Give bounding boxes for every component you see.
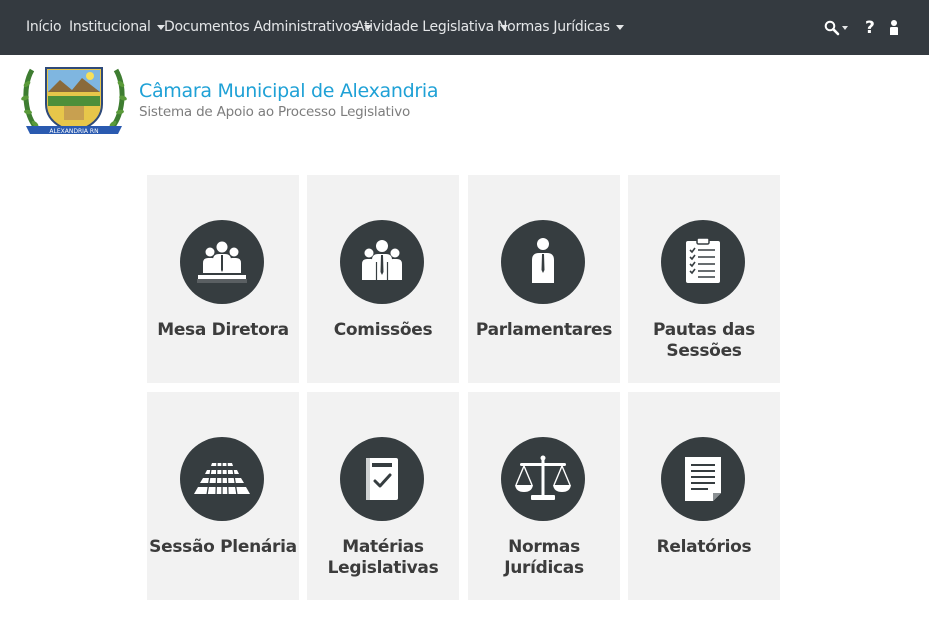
mesa-diretora-icon (197, 241, 247, 283)
tile-icon-circle (661, 220, 745, 304)
tile-icon-circle (180, 437, 264, 521)
parlamentares-icon (532, 238, 554, 283)
tile-pautas-sessoes[interactable]: Pautas das Sessões (628, 175, 780, 383)
tile-label: Mesa Diretora (157, 320, 289, 340)
top-navbar: Início Institucional Documentos Administ… (0, 0, 929, 55)
relatorios-icon (685, 457, 721, 501)
search-dropdown[interactable] (824, 16, 848, 40)
sessao-plenaria-icon (194, 461, 250, 496)
user-button[interactable] (889, 16, 899, 40)
tile-relatorios[interactable]: Relatórios (628, 392, 780, 600)
tile-icon-circle (340, 220, 424, 304)
chevron-down-icon (615, 24, 624, 30)
tile-label: Sessão Plenária (149, 537, 297, 557)
materias-icon (366, 458, 398, 500)
tile-icon-circle (661, 437, 745, 521)
tile-normas-juridicas[interactable]: Normas Jurídicas (468, 392, 620, 600)
tile-mesa-diretora[interactable]: Mesa Diretora (147, 175, 299, 383)
normas-icon (515, 455, 571, 500)
nav-inicio-label: Início (26, 19, 62, 35)
tile-label: Normas Jurídicas (504, 537, 584, 578)
help-icon: ? (865, 18, 875, 38)
tile-label: Comissões (333, 320, 433, 340)
chevron-down-icon (842, 26, 848, 30)
seal-text: ALEXANDRIA RN (49, 128, 98, 135)
tile-icon-circle (180, 220, 264, 304)
tile-parlamentares[interactable]: Parlamentares (468, 175, 620, 383)
tile-label: Matérias Legislativas (327, 537, 439, 578)
tile-label: Pautas das Sessões (653, 320, 755, 361)
municipal-coat-of-arms-logo: ALEXANDRIA RN (20, 62, 128, 140)
nav-inicio[interactable]: Início (26, 0, 62, 55)
help-button[interactable]: ? (865, 16, 875, 40)
tile-materias-legislativas[interactable]: Matérias Legislativas (307, 392, 459, 600)
user-icon (890, 20, 898, 35)
nav-documentos-label: Documentos Administrativos (164, 19, 359, 35)
tile-icon-circle (340, 437, 424, 521)
nav-documentos-dropdown[interactable]: Documentos Administrativos (164, 0, 373, 55)
nav-normas-dropdown[interactable]: Normas Jurídicas (497, 0, 624, 55)
nav-normas-label: Normas Jurídicas (497, 19, 610, 35)
pautas-icon (686, 237, 720, 283)
tile-label: Relatórios (656, 537, 752, 557)
tile-sessao-plenaria[interactable]: Sessão Plenária (147, 392, 299, 600)
nav-atividade-dropdown[interactable]: Atividade Legislativa (355, 0, 508, 55)
nav-institucional-dropdown[interactable]: Institucional (69, 0, 165, 55)
nav-institucional-label: Institucional (69, 19, 151, 35)
comissoes-icon (362, 240, 402, 280)
tile-comissoes[interactable]: Comissões (307, 175, 459, 383)
search-icon (824, 20, 840, 36)
nav-atividade-label: Atividade Legislativa (355, 19, 494, 35)
tile-icon-circle (501, 437, 585, 521)
tile-label: Parlamentares (475, 320, 613, 340)
brand-title[interactable]: Câmara Municipal de Alexandria (139, 80, 439, 102)
tile-icon-circle (501, 220, 585, 304)
brand-subtitle: Sistema de Apoio ao Processo Legislativo (139, 104, 411, 120)
